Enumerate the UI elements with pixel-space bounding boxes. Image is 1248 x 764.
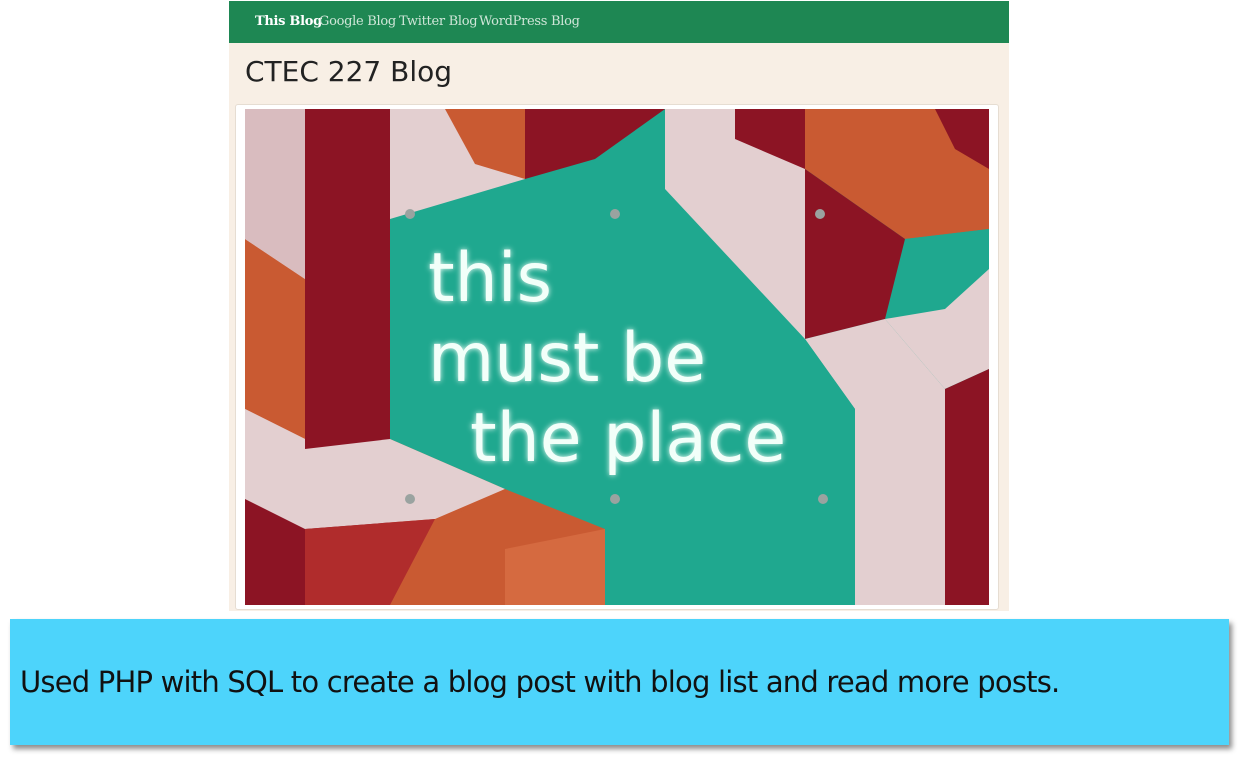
nav-link-google-blog[interactable]: Google Blog	[319, 14, 396, 29]
caption-text: Used PHP with SQL to create a blog post …	[20, 665, 1060, 699]
mount-pin	[405, 494, 415, 504]
blog-page: This Blog Google Blog Twitter Blog WordP…	[229, 1, 1009, 611]
neon-line-1: this	[428, 239, 552, 318]
caption-box: Used PHP with SQL to create a blog post …	[10, 619, 1229, 745]
neon-sign-photo: this must be the place	[245, 109, 989, 605]
mount-pin	[610, 494, 620, 504]
blog-title: CTEC 227 Blog	[245, 55, 453, 88]
nav-link-this-blog[interactable]: This Blog	[255, 14, 322, 29]
mount-pin	[815, 209, 825, 219]
mount-pin	[610, 209, 620, 219]
neon-line-3: the place	[470, 399, 786, 478]
post-card: this must be the place	[235, 104, 999, 610]
mount-pin	[818, 494, 828, 504]
neon-line-2: must be	[428, 319, 706, 398]
wall-block	[945, 369, 989, 605]
nav-link-twitter-blog[interactable]: Twitter Blog	[399, 14, 478, 29]
post-image[interactable]: this must be the place	[245, 109, 989, 605]
nav-link-wordpress-blog[interactable]: WordPress Blog	[479, 14, 580, 29]
mount-pin	[405, 209, 415, 219]
navbar: This Blog Google Blog Twitter Blog WordP…	[229, 1, 1009, 43]
